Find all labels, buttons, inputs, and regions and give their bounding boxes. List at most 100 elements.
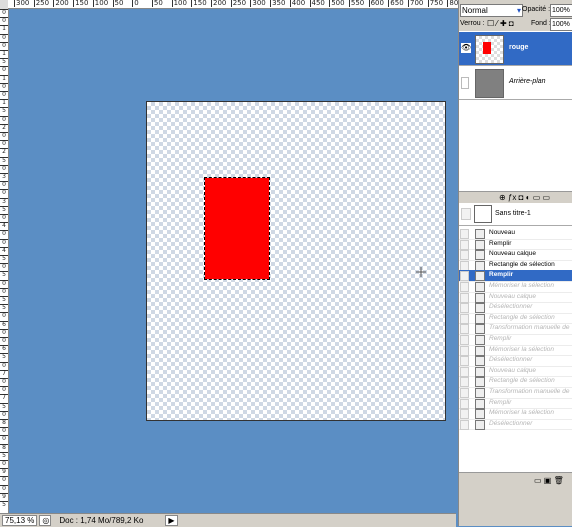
fill-label: Fond :	[531, 20, 551, 27]
history-item-label: Rectangle de sélection	[489, 260, 555, 268]
chevron-down-icon: ▾	[516, 6, 521, 15]
ruler-tick-label: 500	[329, 0, 345, 7]
ruler-tick-label: 50	[151, 0, 163, 7]
ruler-tick-label: 1	[0, 25, 8, 32]
ruler-tick-label: 300	[250, 0, 266, 7]
ruler-left[interactable]: 0010015010015020025030035040045050055060…	[0, 9, 9, 513]
history-source-checkbox[interactable]	[460, 409, 469, 420]
ruler-tick-label: 0	[0, 386, 8, 393]
history-step-icon	[475, 377, 485, 388]
ruler-tick-label: 1	[0, 50, 8, 57]
ruler-tick-label: 3	[0, 173, 8, 180]
ruler-tick-label: 0	[0, 435, 8, 442]
history-step-icon	[475, 239, 485, 250]
history-source-checkbox[interactable]	[460, 292, 469, 303]
history-step-icon	[475, 409, 485, 420]
history-source-checkbox[interactable]	[460, 229, 469, 239]
ruler-tick-label: 0	[0, 263, 8, 270]
eye-icon[interactable]: 👁	[461, 43, 471, 53]
history-source-checkbox[interactable]	[460, 356, 469, 367]
history-source-checkbox[interactable]	[460, 282, 469, 292]
ruler-tick-label: 600	[368, 0, 384, 7]
history-source-checkbox[interactable]	[460, 335, 469, 345]
zoom-level[interactable]: 75,13 %	[2, 515, 38, 526]
snapshot-name: Sans titre-1	[495, 210, 531, 217]
ruler-tick-label: 8	[0, 443, 8, 451]
history-source-checkbox[interactable]	[460, 324, 469, 335]
ruler-tick-label: 0	[0, 140, 8, 147]
history-source-checkbox[interactable]	[460, 303, 469, 314]
history-source-checkbox[interactable]	[460, 398, 469, 409]
history-source-checkbox[interactable]	[460, 388, 469, 398]
history-source-checkbox[interactable]	[460, 345, 469, 356]
ruler-tick-label: 150	[191, 0, 207, 7]
crosshair-cursor-icon	[416, 267, 426, 277]
layer-row-rouge[interactable]: 👁 rouge	[459, 32, 572, 66]
ruler-tick-label: 5	[0, 501, 8, 508]
ruler-tick-label: 5	[0, 205, 8, 213]
ruler-tick-label: 0	[0, 312, 8, 319]
ruler-tick-label: 200	[53, 0, 69, 7]
red-filled-selection	[204, 177, 270, 280]
document-info-icon[interactable]: ◎	[39, 515, 52, 526]
ruler-top[interactable]: 300 250 200 150 100 50 0 50 100 150 200 250 300 350 40…	[8, 0, 458, 9]
ruler-tick-label: 7	[0, 394, 8, 401]
layer-tools-icons[interactable]: ⊕ ƒx ◘ ◐ ▭ ▭	[499, 193, 550, 202]
history-source-checkbox[interactable]	[460, 377, 469, 388]
lock-icons[interactable]: ☐ ⁄ ✚ ◘	[487, 19, 514, 28]
ruler-tick-label: 50	[112, 0, 124, 7]
eye-icon[interactable]	[461, 77, 469, 89]
ruler-tick-label: 7	[0, 369, 8, 377]
ruler-tick-label: 0	[0, 91, 8, 98]
ruler-tick-label: 5	[0, 296, 8, 303]
history-tools-icons[interactable]: ▭ ▣ 🗑	[534, 476, 564, 485]
history-item-label: Désélectionner	[489, 356, 533, 364]
ruler-tick-label: 650	[388, 0, 404, 7]
layer-thumbnail	[475, 35, 504, 64]
history-item-label: Désélectionner	[489, 419, 533, 427]
ruler-tick-label: 0	[0, 410, 8, 418]
status-menu-arrow-icon[interactable]: ▶	[165, 515, 178, 526]
history-snapshot[interactable]: Sans titre-1	[459, 203, 572, 226]
ruler-tick-label: 0	[0, 361, 8, 369]
history-step-icon	[475, 292, 485, 303]
blend-mode-select[interactable]: Normal ▾	[460, 4, 523, 17]
panel-empty-area	[459, 486, 572, 526]
history-source-checkbox[interactable]	[460, 271, 469, 282]
ruler-tick-label: 4	[0, 246, 8, 254]
history-step-icon	[475, 282, 485, 292]
layers-options: Normal ▾ Opacité : 100% Verrou : ☐ ⁄ ✚ ◘…	[459, 0, 572, 31]
history-source-checkbox[interactable]	[460, 260, 469, 271]
history-item-label: Désélectionner	[489, 303, 533, 311]
ruler-tick-label: 0	[0, 181, 8, 188]
history-item[interactable]: Désélectionner	[459, 419, 572, 431]
history-source-checkbox[interactable]	[460, 313, 469, 324]
history-item-label: Rectangle de sélection	[489, 313, 555, 321]
fill-input[interactable]: 100%	[550, 18, 572, 31]
history-step-icon	[475, 356, 485, 367]
history-step-icon	[475, 229, 485, 239]
layer-name: rouge	[509, 44, 529, 51]
opacity-input[interactable]: 100%	[550, 4, 572, 17]
history-source-checkbox[interactable]	[460, 239, 469, 250]
ruler-tick-label: 0	[0, 115, 8, 123]
history-source-checkbox[interactable]	[460, 419, 469, 430]
history-source-checkbox[interactable]	[460, 250, 469, 261]
document-size[interactable]: Doc : 1,74 Mo/789,2 Ko	[59, 516, 143, 525]
blend-mode-value: Normal	[462, 6, 488, 15]
ruler-tick-label: 5	[0, 58, 8, 65]
snapshot-source-checkbox[interactable]	[461, 208, 471, 220]
ruler-tick-label: 1	[0, 74, 8, 82]
ruler-tick-label: 550	[348, 0, 365, 7]
document-canvas[interactable]	[146, 101, 446, 421]
ruler-tick-label: 0	[0, 17, 8, 24]
ruler-tick-label: 6	[0, 345, 8, 352]
layer-row-background[interactable]: Arrière-plan	[459, 66, 572, 100]
ruler-tick-label: 400	[289, 0, 306, 7]
history-item-label: Nouveau calque	[489, 292, 536, 300]
history-step-icon	[475, 398, 485, 409]
ruler-tick-label: 200	[211, 0, 227, 7]
ruler-tick-label: 350	[270, 0, 286, 7]
ruler-tick-label: 5	[0, 107, 8, 114]
history-source-checkbox[interactable]	[460, 366, 469, 377]
